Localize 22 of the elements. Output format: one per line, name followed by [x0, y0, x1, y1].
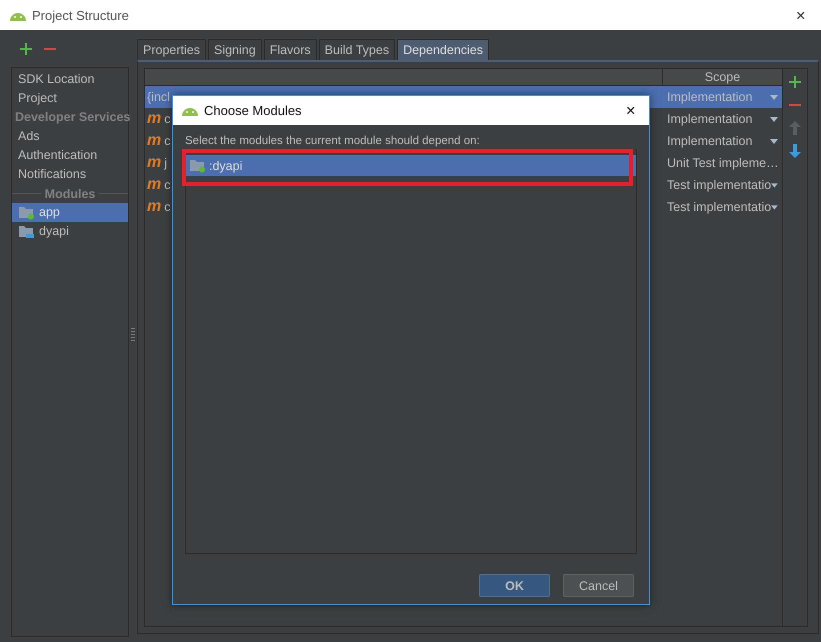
- maven-icon: m: [147, 199, 162, 215]
- scope-value: Implementation: [667, 90, 752, 104]
- maven-icon: m: [147, 111, 162, 127]
- maven-icon: m: [147, 155, 162, 171]
- scope-value: Implementation: [667, 134, 752, 148]
- prompt-text: Select the modules the current module should depend on:: [185, 134, 481, 149]
- dependency-name: c: [164, 178, 170, 192]
- window-title: Project Structure: [32, 8, 129, 22]
- dialog-title: Choose Modules: [204, 103, 302, 118]
- dependency-name: c: [164, 134, 170, 148]
- dependency-name: c: [164, 200, 170, 214]
- section-header: Modules: [44, 186, 96, 200]
- dependency-name: {incl: [147, 90, 170, 104]
- section-header: Developer Services: [14, 109, 128, 126]
- scope-value: Implementation: [667, 112, 752, 126]
- scope-value: Test implementatio: [667, 200, 772, 214]
- maven-icon: m: [147, 133, 162, 149]
- dependency-name: j: [164, 156, 168, 170]
- dependency-name: c: [164, 112, 170, 126]
- maven-icon: m: [147, 177, 162, 193]
- column-header: Scope: [704, 69, 742, 85]
- scope-value: Test implementatio: [667, 178, 772, 192]
